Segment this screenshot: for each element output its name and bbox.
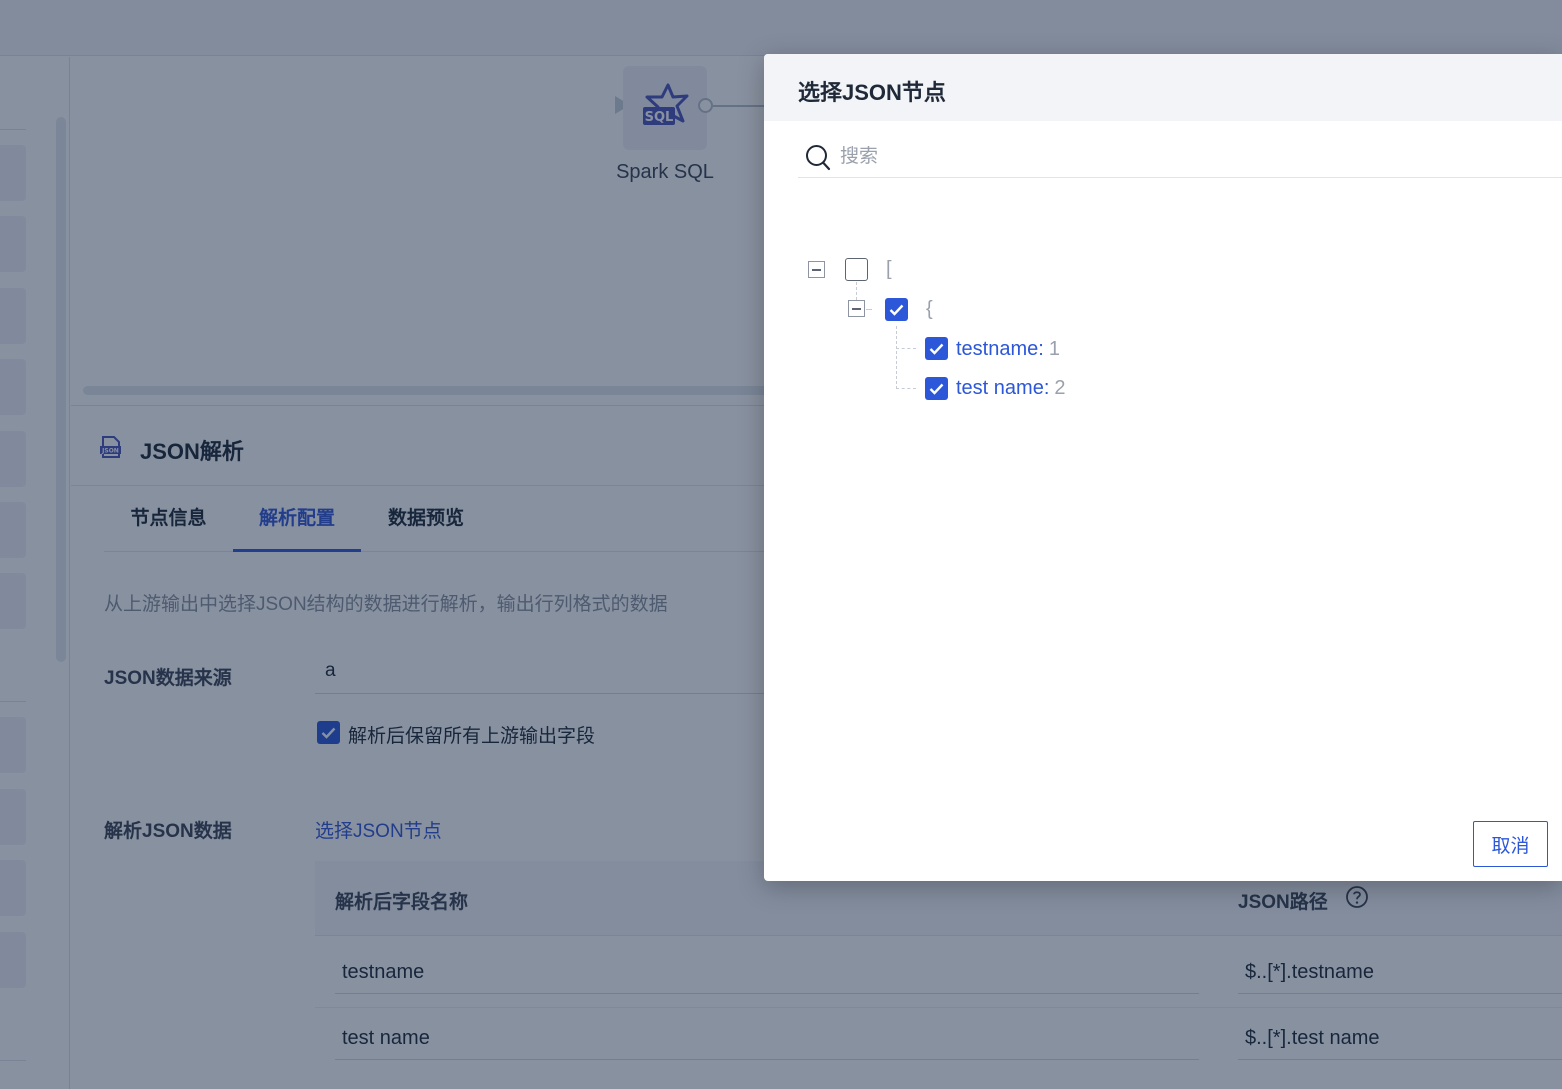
tree-checkbox-test-name[interactable] — [925, 377, 948, 400]
tree-leaf-test-name[interactable]: test name: 2 — [956, 377, 1066, 400]
select-json-node-dialog: 选择JSON节点 [ { testname:1 test name:2 取消 — [764, 54, 1562, 881]
collapse-toggle-object[interactable] — [848, 300, 865, 317]
check-icon — [889, 304, 904, 316]
check-icon — [929, 343, 944, 355]
tree-connector — [896, 388, 916, 389]
tree-checkbox-object[interactable] — [885, 298, 908, 321]
tree-connector — [896, 326, 897, 389]
search-input[interactable] — [840, 142, 1540, 172]
tree-connector — [896, 348, 916, 349]
tree-leaf-key: test name: — [956, 377, 1050, 399]
dialog-header: 选择JSON节点 — [764, 54, 1562, 121]
cancel-button[interactable]: 取消 — [1473, 821, 1548, 867]
check-icon — [929, 383, 944, 395]
tree-leaf-key: testname: — [956, 338, 1044, 360]
tree-checkbox-root[interactable] — [845, 258, 868, 281]
tree-leaf-value: 2 — [1054, 377, 1066, 399]
dialog-title: 选择JSON节点 — [798, 80, 946, 105]
tree-leaf-testname[interactable]: testname: 1 — [956, 338, 1060, 361]
tree-node-object: { — [926, 298, 933, 320]
tree-leaf-value: 1 — [1048, 338, 1060, 360]
tree-node-root: [ — [886, 258, 892, 280]
tree-connector — [856, 282, 857, 300]
collapse-toggle-root[interactable] — [808, 261, 825, 278]
tree-checkbox-testname[interactable] — [925, 337, 948, 360]
tree-connector — [866, 309, 872, 310]
search-bar — [798, 140, 1562, 178]
search-icon — [806, 145, 831, 171]
